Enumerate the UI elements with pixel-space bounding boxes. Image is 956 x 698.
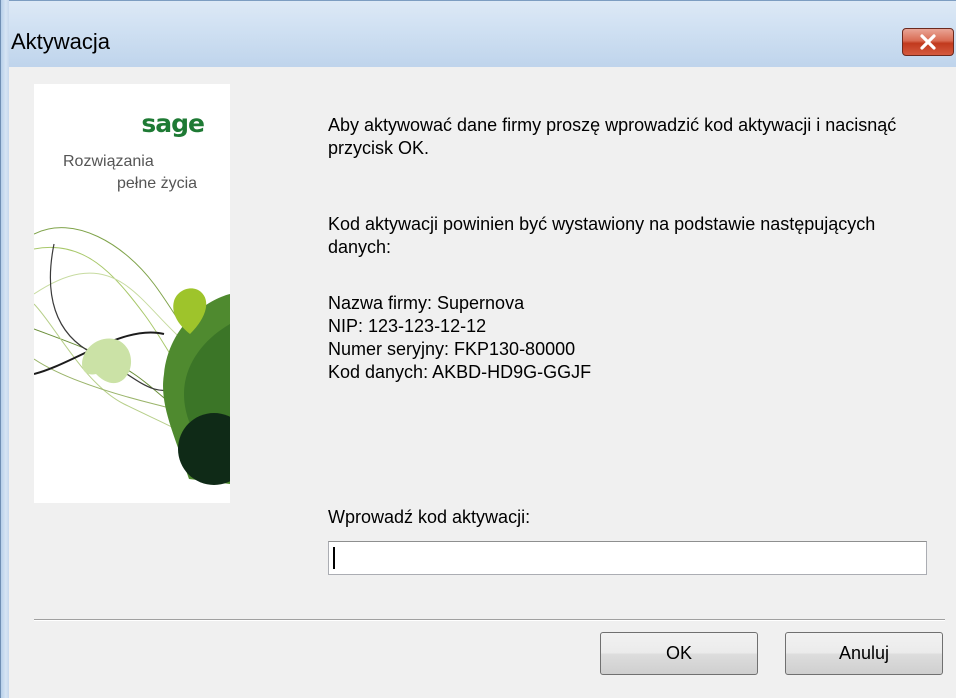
window-title: Aktywacja bbox=[11, 29, 111, 54]
activation-code-input[interactable] bbox=[328, 541, 927, 575]
tagline-line-2: pełne życia bbox=[117, 175, 198, 192]
basis-text: Kod aktywacji powinien być wystawiony na… bbox=[328, 214, 876, 257]
ok-button[interactable]: OK bbox=[600, 632, 758, 675]
activation-code-label: Wprowadź kod aktywacji: bbox=[328, 507, 531, 527]
sage-logo: sage bbox=[141, 109, 205, 138]
nip-number: NIP: 123-123-12-12 bbox=[328, 316, 487, 336]
company-name: Nazwa firmy: Supernova bbox=[328, 293, 525, 313]
serial-number: Numer seryjny: FKP130-80000 bbox=[328, 339, 576, 359]
brand-panel: sage Rozwiązania pełne życia bbox=[34, 84, 230, 503]
close-button[interactable] bbox=[902, 28, 954, 56]
tagline-line-1: Rozwiązania bbox=[63, 153, 154, 170]
window-left-border bbox=[0, 0, 9, 698]
separator-line bbox=[34, 619, 945, 621]
data-code: Kod danych: AKBD-HD9G-GGJF bbox=[328, 362, 592, 382]
close-icon bbox=[920, 34, 936, 50]
activation-dialog: Aktywacja sage Rozwiązania pełne życia A… bbox=[0, 0, 956, 698]
cancel-button[interactable]: Anuluj bbox=[785, 632, 943, 675]
brand-decoration-image bbox=[34, 227, 230, 485]
instruction-text: Aby aktywować dane firmy proszę wprowadz… bbox=[328, 115, 897, 158]
title-bar[interactable]: Aktywacja bbox=[0, 0, 956, 67]
dialog-content: sage Rozwiązania pełne życia Aby aktywow… bbox=[9, 67, 956, 698]
text-caret bbox=[333, 547, 335, 569]
